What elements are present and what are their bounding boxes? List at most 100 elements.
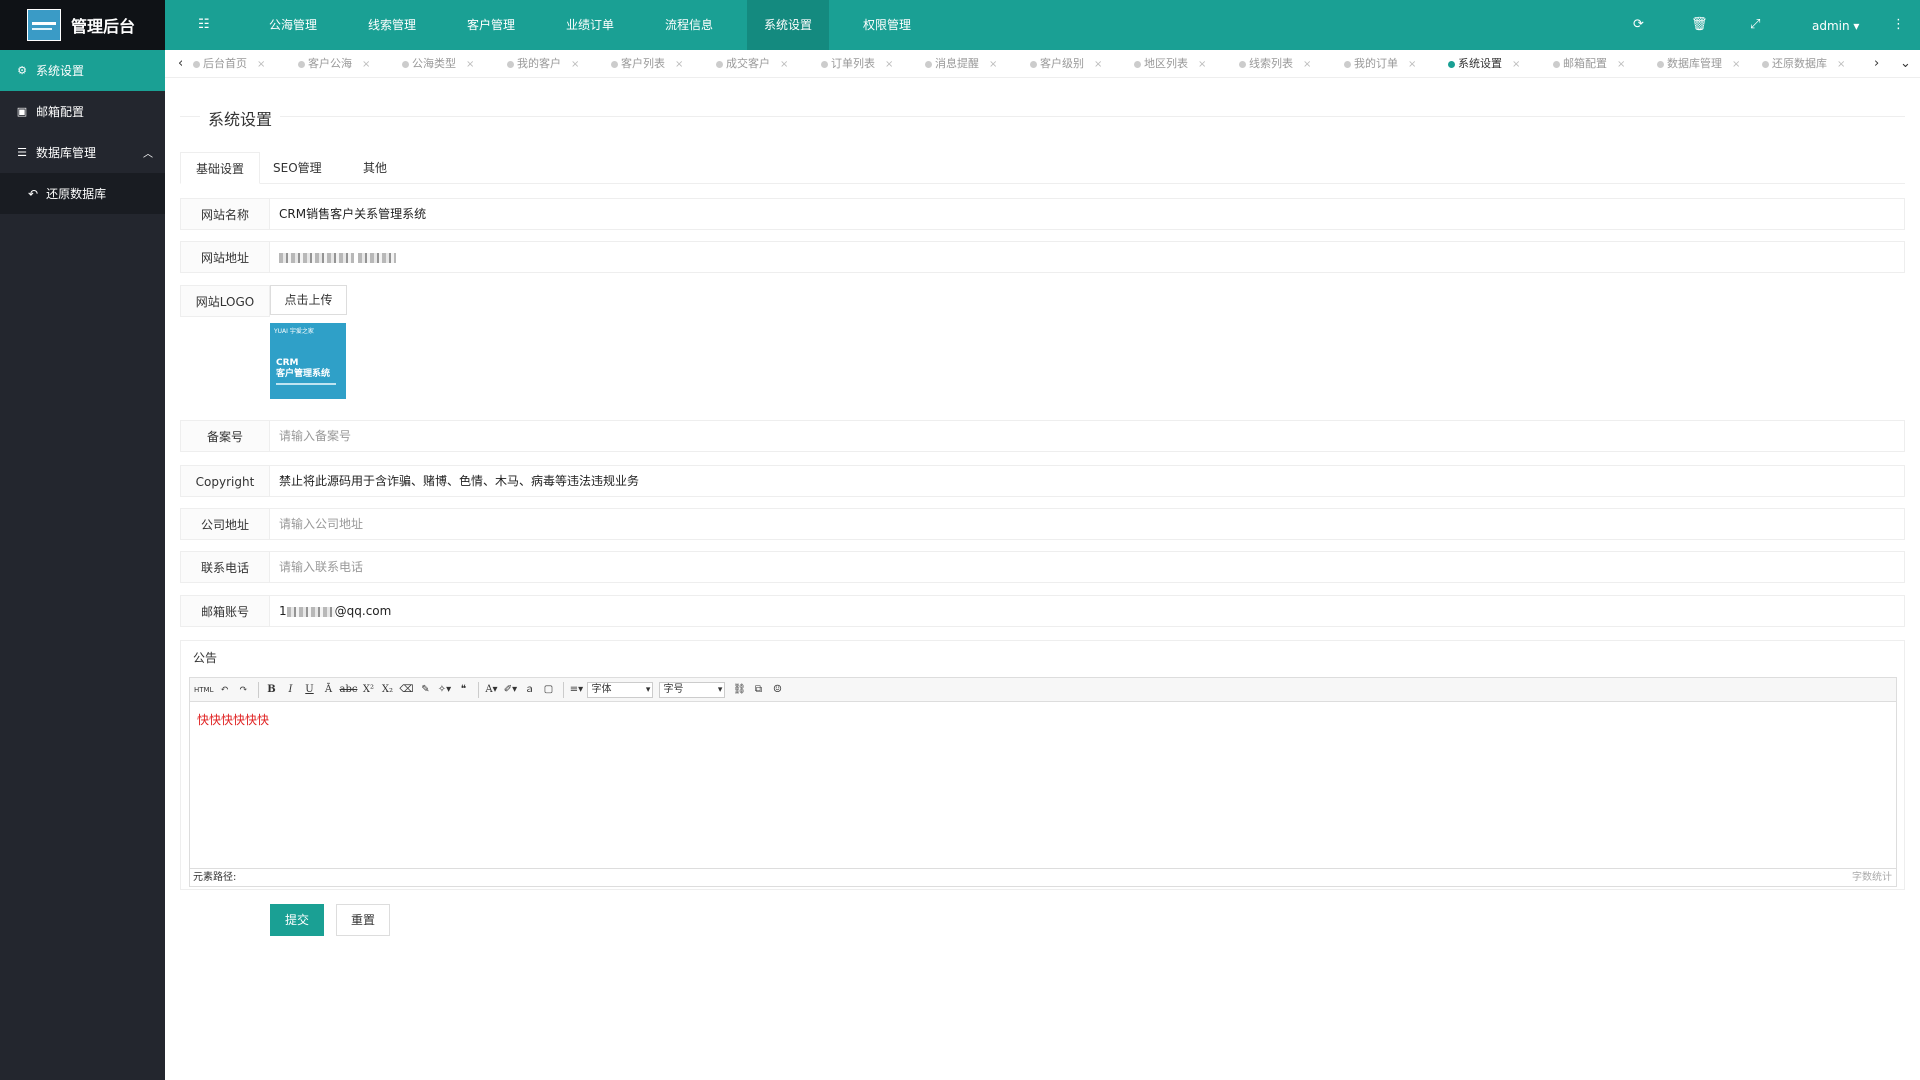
trash-icon[interactable]: 🗑 <box>1691 17 1708 32</box>
subscript-icon[interactable]: X₂ <box>379 682 395 698</box>
superscript-icon[interactable]: X² <box>360 682 376 698</box>
tab-dot-icon <box>1030 61 1037 68</box>
tab-item[interactable]: 订单列表 × <box>779 50 893 78</box>
line-height-icon[interactable]: ≡▾ <box>568 682 584 698</box>
tab-item[interactable]: 系统设置 × <box>1406 50 1520 78</box>
editor-content[interactable]: 快快快快快快 <box>190 703 1896 863</box>
fullscreen-icon[interactable]: ⤢ <box>1750 17 1760 32</box>
blockquote-icon[interactable]: ❝ <box>455 682 471 698</box>
chevron-down-icon[interactable]: ⌄ <box>1900 56 1911 71</box>
tab-dot-icon <box>1134 61 1141 68</box>
emoticon-icon[interactable]: ☺ <box>769 682 785 698</box>
nav-public-sea[interactable]: 公海管理 <box>252 0 334 50</box>
tab-item[interactable]: 还原数据库 × <box>1720 50 1845 78</box>
tab-item[interactable]: 我的客户 × <box>465 50 579 78</box>
italic-icon[interactable]: I <box>282 682 298 698</box>
toolbar-divider <box>563 681 565 698</box>
logo-preview-underline <box>276 383 336 385</box>
tab-label: 我的订单 <box>1354 57 1398 70</box>
select-all-icon[interactable]: ａ <box>521 682 537 698</box>
reset-button[interactable]: 重置 <box>336 904 390 936</box>
link-icon[interactable]: ⛓ <box>731 682 747 698</box>
logo-bar: 管理后台 <box>0 0 165 50</box>
nav-system-settings[interactable]: 系统设置 <box>747 0 830 50</box>
logo-preview-line2: 客户管理系统 <box>276 369 331 379</box>
editor-toolbar: HTML ↶ ↷ B I U Ā abc X² X₂ ⌫ ✎ ✧▾ ❝ A▾ ✐… <box>190 678 1896 702</box>
tab-label: 系统设置 <box>1458 57 1502 70</box>
sidebar-item-system-settings[interactable]: ⚙ 系统设置 <box>0 50 165 91</box>
tab-item[interactable]: 地区列表 × <box>1092 50 1206 78</box>
logo-preview-brand: YUAI 宇爱之家 <box>274 328 314 335</box>
copyright-input[interactable]: 禁止将此源码用于含诈骗、赌博、色情、木马、病毒等违法违规业务 <box>269 465 1905 497</box>
email-label: 邮箱账号 <box>180 595 270 627</box>
tab-item[interactable]: 公海类型 × <box>360 50 474 78</box>
close-icon[interactable]: × <box>1837 59 1845 70</box>
undo-icon: ↶ <box>28 186 39 201</box>
tab-item[interactable]: 客户级别 × <box>988 50 1102 78</box>
window-icon: ▣ <box>16 105 28 118</box>
logo-preview-line1: CRM <box>276 358 299 368</box>
underline-icon[interactable]: U <box>301 682 317 698</box>
tab-dot-icon <box>1239 61 1246 68</box>
user-menu[interactable]: admin ▾ <box>1812 19 1859 33</box>
address-input[interactable]: 请输入公司地址 <box>269 508 1905 540</box>
page-title: 系统设置 <box>200 106 281 130</box>
font-color-icon[interactable]: A▾ <box>483 682 499 698</box>
tab-dot-icon <box>1762 61 1769 68</box>
tab-label: 订单列表 <box>831 57 875 70</box>
sidebar-item-mail-config[interactable]: ▣ 邮箱配置 <box>0 91 165 132</box>
tab-label: 客户级别 <box>1040 57 1084 70</box>
clear-doc-icon[interactable]: ▢ <box>540 682 556 698</box>
tab-item[interactable]: 客户列表 × <box>569 50 683 78</box>
icp-input[interactable]: 请输入备案号 <box>269 420 1905 452</box>
sidebar-item-database[interactable]: ☰ 数据库管理 ︿ <box>0 132 165 173</box>
tab-other[interactable]: 其他 <box>363 152 387 184</box>
eraser-icon[interactable]: ⌫ <box>398 682 414 698</box>
tab-dot-icon <box>298 61 305 68</box>
unlink-icon[interactable]: ⧉ <box>750 682 766 698</box>
redo-icon[interactable]: ↷ <box>235 682 251 698</box>
phone-input[interactable]: 请输入联系电话 <box>269 551 1905 583</box>
format-brush-icon[interactable]: ✎ <box>417 682 433 698</box>
sidebar: 管理后台 ⚙ 系统设置 ▣ 邮箱配置 ☰ 数据库管理 ︿ ↶ 还原数据库 <box>0 0 165 1080</box>
nav-customers[interactable]: 客户管理 <box>450 0 532 50</box>
app-logo <box>27 9 61 41</box>
tab-item[interactable]: 后台首页 × <box>151 50 265 78</box>
email-input[interactable]: 1 @qq.com <box>269 595 1905 627</box>
sidebar-item-label: 数据库管理 <box>36 146 97 160</box>
nav-permissions[interactable]: 权限管理 <box>846 0 928 50</box>
highlight-icon[interactable]: ✐▾ <box>502 682 518 698</box>
bold-icon[interactable]: B <box>263 682 279 698</box>
font-family-select[interactable]: 字体 <box>587 681 654 698</box>
tab-item[interactable]: 我的订单 × <box>1302 50 1416 78</box>
tab-item[interactable]: 线索列表 × <box>1197 50 1311 78</box>
sidebar-item-restore-db[interactable]: ↶ 还原数据库 <box>0 173 165 214</box>
site-url-input[interactable] <box>269 241 1905 273</box>
tab-item[interactable]: 邮箱配置 × <box>1511 50 1625 78</box>
undo-icon[interactable]: ↶ <box>216 682 232 698</box>
tab-dot-icon <box>402 61 409 68</box>
top-header: ☷ 公海管理 线索管理 客户管理 业绩订单 流程信息 系统设置 权限管理 ⟳ 🗑… <box>165 0 1920 50</box>
auto-format-icon[interactable]: ✧▾ <box>436 682 452 698</box>
submit-button[interactable]: 提交 <box>270 904 324 936</box>
more-icon[interactable]: ⋮ <box>1892 17 1905 32</box>
font-border-icon[interactable]: Ā <box>320 682 336 698</box>
toolbar-divider <box>478 681 480 698</box>
site-name-input[interactable]: CRM销售客户关系管理系统 <box>269 198 1905 230</box>
menu-toggle-icon[interactable]: ☷ <box>198 17 210 32</box>
tab-item[interactable]: 成交客户 × <box>674 50 788 78</box>
chevron-right-icon[interactable]: › <box>1874 56 1879 71</box>
tab-seo[interactable]: SEO管理 <box>273 152 322 184</box>
nav-orders[interactable]: 业绩订单 <box>549 0 631 50</box>
nav-leads[interactable]: 线索管理 <box>351 0 433 50</box>
html-source-button[interactable]: HTML <box>194 682 213 698</box>
strikethrough-icon[interactable]: abc <box>339 682 357 698</box>
nav-workflow[interactable]: 流程信息 <box>648 0 730 50</box>
email-suffix: @qq.com <box>334 604 392 618</box>
font-size-select[interactable]: 字号 <box>659 681 726 698</box>
refresh-icon[interactable]: ⟳ <box>1633 17 1644 32</box>
upload-button[interactable]: 点击上传 <box>270 285 347 315</box>
tab-basic-settings[interactable]: 基础设置 <box>180 152 260 184</box>
tab-item[interactable]: 客户公海 × <box>256 50 370 78</box>
tab-item[interactable]: 消息提醒 × <box>883 50 997 78</box>
